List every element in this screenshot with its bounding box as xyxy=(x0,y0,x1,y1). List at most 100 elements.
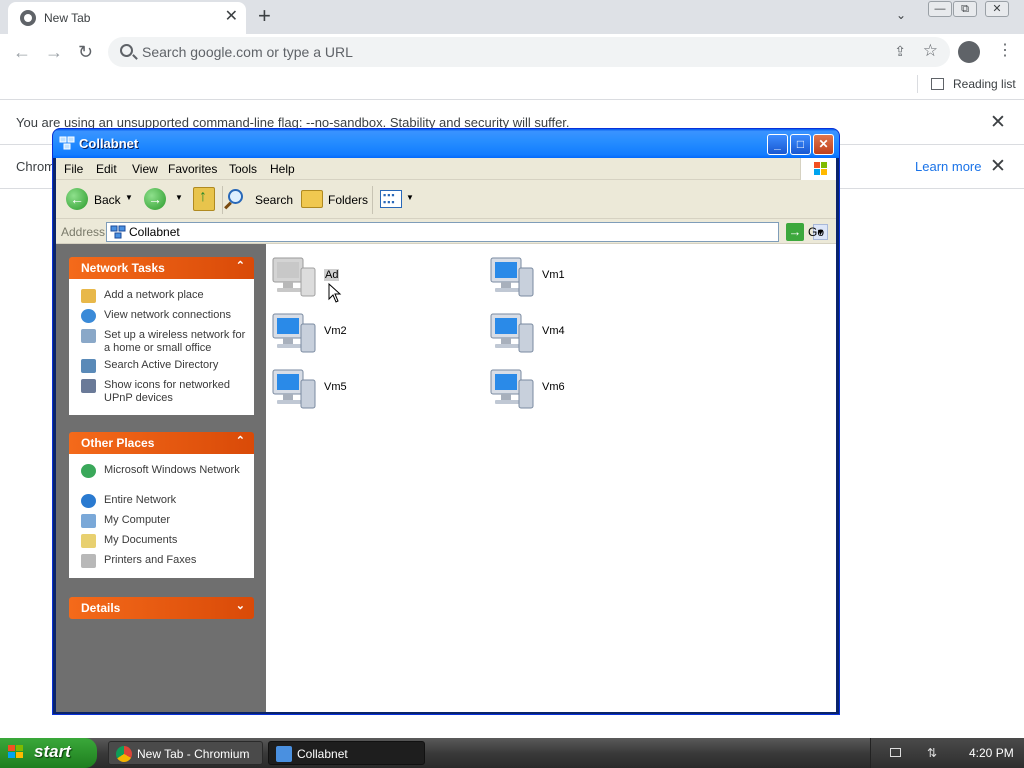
explorer-title: Collabnet xyxy=(79,136,139,151)
network-icon xyxy=(110,225,126,239)
my-documents-icon xyxy=(81,534,96,548)
collapse-chevron-icon[interactable]: ⌃ xyxy=(236,259,245,272)
task-label[interactable]: View network connections xyxy=(104,309,254,322)
address-field[interactable]: Collabnet ▼ xyxy=(106,222,828,242)
forward-icon[interactable]: → xyxy=(45,42,63,62)
computer-item-vm6[interactable]: Vm6 xyxy=(484,362,684,412)
menu-favorites[interactable]: Favorites xyxy=(168,162,217,176)
panel-details-header[interactable]: Details ⌄ xyxy=(69,597,254,619)
network-icon xyxy=(59,136,75,150)
reload-icon[interactable]: ↻ xyxy=(78,42,93,62)
computer-item-ad[interactable]: Ad xyxy=(266,250,466,300)
tab-close-icon[interactable]: ✕ xyxy=(225,8,238,26)
explorer-minimize-button[interactable]: _ xyxy=(767,134,788,155)
browser-menu-icon[interactable]: ⋮ xyxy=(997,41,1013,61)
up-folder-icon[interactable] xyxy=(193,187,215,211)
menu-edit[interactable]: Edit xyxy=(96,162,117,176)
menu-help[interactable]: Help xyxy=(270,162,295,176)
new-tab-button[interactable]: + xyxy=(258,4,271,28)
computer-label[interactable]: Vm6 xyxy=(542,381,565,393)
computer-icon xyxy=(272,369,316,409)
start-button[interactable]: start xyxy=(0,738,97,768)
window-minimize-button[interactable]: — xyxy=(928,1,952,17)
computer-label[interactable]: Vm2 xyxy=(324,325,347,337)
views-dropdown-icon[interactable]: ▼ xyxy=(406,193,414,202)
views-icon[interactable] xyxy=(380,190,402,208)
profile-avatar-icon[interactable] xyxy=(958,41,980,63)
toolbar-separator xyxy=(372,186,373,214)
panel-network-tasks: Add a network place View network connect… xyxy=(69,279,254,415)
computer-item-vm4[interactable]: Vm4 xyxy=(484,306,684,356)
infobar-close-icon[interactable]: ✕ xyxy=(990,111,1006,134)
expand-chevron-icon[interactable]: ⌄ xyxy=(236,599,245,612)
place-label[interactable]: My Computer xyxy=(104,514,254,527)
collapse-chevron-icon[interactable]: ⌃ xyxy=(236,434,245,447)
computer-label[interactable]: Ad xyxy=(324,269,340,281)
omnibox[interactable]: Search google.com or type a URL ⇪ ☆ xyxy=(108,37,950,67)
place-label[interactable]: Microsoft Windows Network xyxy=(104,464,254,477)
clock[interactable]: 4:20 PM xyxy=(969,746,1014,760)
taskbar-item-chromium[interactable]: New Tab - Chromium xyxy=(108,741,263,765)
menu-file[interactable]: File xyxy=(64,162,83,176)
tab-new-tab[interactable]: New Tab ✕ xyxy=(8,2,246,34)
panel-title: Details xyxy=(81,601,121,615)
back-arrow-icon[interactable]: ← xyxy=(66,188,88,210)
menu-tools[interactable]: Tools xyxy=(229,162,257,176)
reading-list-button[interactable]: Reading list xyxy=(953,77,1016,91)
explorer-close-button[interactable]: ✕ xyxy=(813,134,834,155)
task-label[interactable]: Add a network place xyxy=(104,289,254,302)
panel-title: Other Places xyxy=(81,436,155,450)
omnibox-placeholder[interactable]: Search google.com or type a URL xyxy=(142,44,353,60)
search-magnifier-icon[interactable] xyxy=(228,189,243,204)
back-button[interactable]: Back xyxy=(94,193,121,207)
bookmark-star-icon[interactable]: ☆ xyxy=(923,41,938,61)
search-icon xyxy=(120,44,133,57)
menu-view[interactable]: View xyxy=(132,162,158,176)
task-label[interactable]: Show icons for networked UPnP devices xyxy=(104,379,254,405)
place-label[interactable]: Printers and Faxes xyxy=(104,554,254,567)
back-icon[interactable]: ← xyxy=(13,42,31,62)
computer-item-vm1[interactable]: Vm1 xyxy=(484,250,684,300)
keyboard-icon[interactable] xyxy=(890,748,901,757)
address-bar: Address Collabnet ▼ → Go xyxy=(56,220,836,244)
panel-other-places: Microsoft Windows Network Entire Network… xyxy=(69,454,254,578)
network-status-icon[interactable]: ⇅ xyxy=(927,746,937,760)
go-button[interactable]: Go xyxy=(808,225,824,239)
explorer-titlebar[interactable]: Collabnet _ □ ✕ xyxy=(53,129,839,158)
computer-label[interactable]: Vm1 xyxy=(542,269,565,281)
reading-list-icon[interactable] xyxy=(931,78,944,90)
folders-icon[interactable] xyxy=(301,190,323,208)
place-label[interactable]: Entire Network xyxy=(104,494,254,507)
windows-logo-icon xyxy=(800,158,836,180)
taskbar-item-collabnet[interactable]: Collabnet xyxy=(268,741,425,765)
task-label[interactable]: Search Active Directory xyxy=(104,359,254,372)
add-network-place-icon xyxy=(81,289,96,303)
window-restore-button[interactable]: ⧉ xyxy=(953,1,977,17)
panel-network-tasks-header[interactable]: Network Tasks ⌃ xyxy=(69,257,254,279)
forward-dropdown-icon[interactable]: ▼ xyxy=(175,193,183,202)
explorer-window: Collabnet _ □ ✕ File Edit View Favorites… xyxy=(52,128,840,715)
forward-arrow-icon[interactable]: → xyxy=(144,188,166,210)
panel-title: Network Tasks xyxy=(81,261,165,275)
folder-content: Ad Vm1 Vm2 Vm4 Vm5 Vm6 xyxy=(266,244,836,712)
infobar-close-icon[interactable]: ✕ xyxy=(990,155,1006,178)
browser-toolbar: ← → ↻ Search google.com or type a URL ⇪ … xyxy=(0,34,1024,70)
computer-label[interactable]: Vm4 xyxy=(542,325,565,337)
window-close-button[interactable]: ✕ xyxy=(985,1,1009,17)
computer-item-vm2[interactable]: Vm2 xyxy=(266,306,466,356)
explorer-maximize-button[interactable]: □ xyxy=(790,134,811,155)
go-arrow-icon[interactable]: → xyxy=(786,223,804,241)
search-button[interactable]: Search xyxy=(255,193,293,207)
back-dropdown-icon[interactable]: ▼ xyxy=(125,193,133,202)
task-label[interactable]: Set up a wireless network for a home or … xyxy=(104,329,254,355)
chrome-favicon-icon xyxy=(20,10,36,26)
folders-button[interactable]: Folders xyxy=(328,193,368,207)
panel-other-places-header[interactable]: Other Places ⌃ xyxy=(69,432,254,454)
computer-label[interactable]: Vm5 xyxy=(324,381,347,393)
computer-item-vm5[interactable]: Vm5 xyxy=(266,362,466,412)
learn-more-link[interactable]: Learn more xyxy=(915,159,981,174)
share-icon[interactable]: ⇪ xyxy=(894,43,906,60)
place-label[interactable]: My Documents xyxy=(104,534,254,547)
tab-search-icon[interactable]: ⌄ xyxy=(896,8,906,22)
computer-icon xyxy=(490,369,534,409)
